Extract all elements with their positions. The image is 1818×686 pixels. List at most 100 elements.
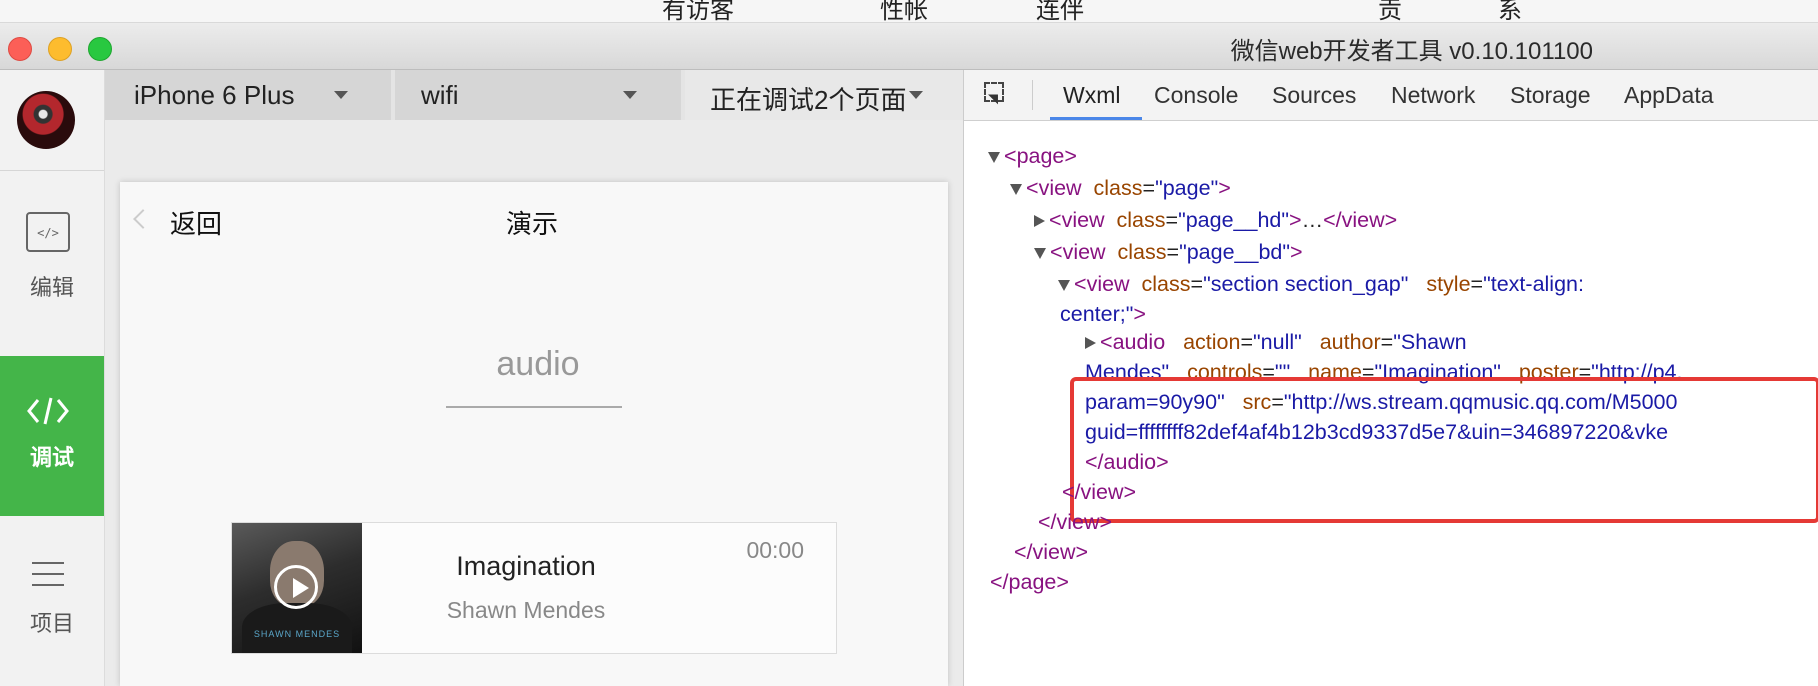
- play-icon: [293, 578, 309, 598]
- attr-value: page__hd: [1185, 208, 1282, 232]
- maximize-window-button[interactable]: [88, 37, 112, 61]
- devtools-tabbar: Wxml Console Sources Network Storage App…: [964, 70, 1818, 121]
- wxml-tree: <page> <view class="page"> <view class="…: [964, 120, 1818, 686]
- back-arrow-icon[interactable]: [133, 209, 153, 229]
- play-button[interactable]: [274, 565, 318, 609]
- attr-name: class: [1093, 176, 1143, 200]
- cover-shirt: [242, 603, 352, 653]
- cover-text: SHAWN MENDES: [253, 629, 341, 639]
- phone-screen: 返回 演示 audio SHAWN MENDES Imagination Sha…: [120, 182, 948, 686]
- tag-name: audio: [1112, 330, 1166, 354]
- attr-value: section section_gap: [1210, 272, 1401, 296]
- song-name: Imagination: [456, 551, 596, 581]
- chevron-down-icon: [334, 91, 348, 99]
- menubar-fragment: 性帐: [880, 0, 928, 23]
- device-select[interactable]: iPhone 6 Plus: [105, 70, 391, 120]
- window-title: 微信web开发者工具 v0.10.101100: [1230, 38, 1593, 65]
- attr-value: text-align:: [1490, 272, 1584, 296]
- menu-lines-icon: [32, 562, 64, 586]
- tab-storage[interactable]: Storage: [1510, 82, 1591, 109]
- debug-pages-select[interactable]: 正在调试2个页面: [685, 70, 963, 120]
- menubar-fragment: 贡: [1378, 0, 1402, 23]
- devtools-panel: Wxml Console Sources Network Storage App…: [963, 70, 1818, 686]
- tree-node-view-page-bd[interactable]: <view class="page__bd">: [1034, 240, 1303, 265]
- sidebar-item-edit[interactable]: </> 编辑: [0, 170, 104, 330]
- tab-console[interactable]: Console: [1154, 82, 1238, 109]
- attr-name: author: [1319, 330, 1381, 354]
- tree-close-view-bd: </view>: [1038, 510, 1113, 534]
- attr-name: class: [1117, 240, 1167, 264]
- sidebar-item-label: 调试: [29, 445, 74, 470]
- tag-name: view: [1062, 240, 1106, 264]
- attr-name: action: [1183, 330, 1241, 354]
- attr-value: page: [1162, 176, 1211, 200]
- attr-value: Shawn: [1400, 330, 1467, 354]
- tree-node-view-section[interactable]: <view class="section section_gap" style=…: [1058, 272, 1584, 297]
- inspect-element-icon[interactable]: [984, 82, 1010, 108]
- tag-name: view: [1086, 272, 1130, 296]
- expand-triangle-icon[interactable]: [988, 151, 1000, 163]
- tree-close-audio: </audio>: [1085, 450, 1169, 474]
- section-divider: [446, 406, 622, 408]
- expand-triangle-icon[interactable]: [1034, 247, 1046, 259]
- minimize-window-button[interactable]: [48, 37, 72, 61]
- menubar-fragment: 有访客: [662, 0, 734, 23]
- expand-triangle-icon[interactable]: [1058, 279, 1070, 291]
- tree-close-view-page: </view>: [1014, 540, 1089, 564]
- left-sidebar: </> 编辑 调试 项目: [0, 70, 105, 686]
- tag-name: page: [1016, 144, 1065, 168]
- highlight-box: [1070, 377, 1818, 523]
- tree-node-view-page-hd[interactable]: <view class="page__hd">…</view>: [1034, 208, 1397, 233]
- tree-node-view-section-cont: center;">: [1060, 302, 1146, 326]
- attr-value: center;: [1060, 302, 1126, 326]
- sidebar-item-label: 项目: [29, 611, 74, 636]
- window-titlebar: 微信web开发者工具 v0.10.101100: [0, 23, 1818, 70]
- collapsed-ellipsis: …: [1301, 208, 1324, 232]
- device-toolbar: iPhone 6 Plus wifi 正在调试2个页面: [105, 70, 963, 120]
- attr-value: null: [1260, 330, 1295, 354]
- tag-name: audio: [1103, 450, 1157, 474]
- debug-pages-value: 正在调试2个页面: [710, 85, 907, 115]
- nav-back-button[interactable]: 返回: [170, 204, 222, 241]
- chevron-down-icon: [909, 91, 923, 99]
- tree-node-view-page[interactable]: <view class="page">: [1010, 176, 1231, 201]
- code-editor-icon: </>: [26, 212, 70, 252]
- song-time: 00:00: [746, 537, 804, 563]
- tag-name: view: [1080, 480, 1124, 504]
- tree-node-audio[interactable]: <audio action="null" author="Shawn: [1085, 330, 1467, 355]
- device-select-value: iPhone 6 Plus: [134, 80, 295, 110]
- sidebar-item-debug[interactable]: 调试: [0, 356, 104, 516]
- sidebar-item-label: 编辑: [29, 275, 74, 300]
- code-brackets-icon: [27, 397, 69, 425]
- tab-wxml[interactable]: Wxml: [1063, 82, 1120, 109]
- network-select-value: wifi: [421, 80, 459, 110]
- menubar-fragment: 连伴: [1036, 0, 1084, 23]
- tag-name: view: [1061, 208, 1105, 232]
- tag-name: view: [1056, 510, 1100, 534]
- tree-close-page: </page>: [990, 570, 1069, 594]
- chevron-down-icon: [623, 91, 637, 99]
- tree-node-page[interactable]: <page>: [988, 144, 1077, 169]
- attr-name: class: [1116, 208, 1166, 232]
- network-select[interactable]: wifi: [395, 70, 681, 120]
- collapsed-triangle-icon[interactable]: [1085, 337, 1096, 350]
- tab-sources[interactable]: Sources: [1272, 82, 1356, 109]
- tab-network[interactable]: Network: [1391, 82, 1475, 109]
- attr-name: class: [1141, 272, 1191, 296]
- expand-triangle-icon[interactable]: [1010, 183, 1022, 195]
- svg-text:</>: </>: [37, 226, 59, 240]
- close-window-button[interactable]: [8, 37, 32, 61]
- tag-name: view: [1341, 208, 1385, 232]
- collapsed-triangle-icon[interactable]: [1034, 215, 1045, 228]
- section-title: audio: [496, 345, 580, 383]
- song-author: Shawn Mendes: [446, 597, 606, 623]
- avatar[interactable]: [17, 91, 75, 149]
- nav-title: 演示: [506, 209, 559, 239]
- tree-close-view-section: </view>: [1062, 480, 1137, 504]
- system-menubar: 有访客 性帐 连伴 贡 系: [0, 0, 1818, 23]
- menubar-fragment: 系: [1498, 0, 1522, 23]
- tag-name: view: [1032, 540, 1076, 564]
- album-cover: SHAWN MENDES: [232, 523, 362, 653]
- sidebar-item-project[interactable]: 项目: [0, 516, 104, 676]
- tab-appdata[interactable]: AppData: [1624, 82, 1714, 109]
